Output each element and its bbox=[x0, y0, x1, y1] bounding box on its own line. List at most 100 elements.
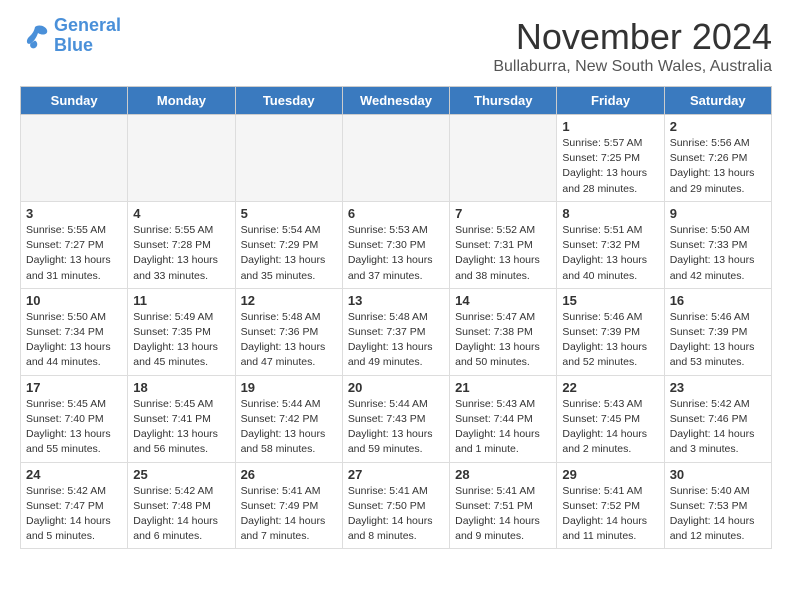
calendar-cell: 17 Sunrise: 5:45 AMSunset: 7:40 PMDayligh… bbox=[21, 375, 128, 462]
day-number: 17 bbox=[26, 380, 122, 395]
day-number: 2 bbox=[670, 119, 766, 134]
day-number: 30 bbox=[670, 467, 766, 482]
weekday-header: Tuesday bbox=[235, 87, 342, 115]
day-info: Sunrise: 5:54 AMSunset: 7:29 PMDaylight:… bbox=[241, 224, 326, 282]
day-info: Sunrise: 5:49 AMSunset: 7:35 PMDaylight:… bbox=[133, 311, 218, 369]
header: General Blue November 2024 Bullaburra, N… bbox=[20, 16, 772, 76]
day-number: 24 bbox=[26, 467, 122, 482]
calendar-cell: 18 Sunrise: 5:45 AMSunset: 7:41 PMDayligh… bbox=[128, 375, 235, 462]
day-info: Sunrise: 5:45 AMSunset: 7:41 PMDaylight:… bbox=[133, 398, 218, 456]
header-row: SundayMondayTuesdayWednesdayThursdayFrid… bbox=[21, 87, 772, 115]
day-info: Sunrise: 5:50 AMSunset: 7:34 PMDaylight:… bbox=[26, 311, 111, 369]
calendar-table: SundayMondayTuesdayWednesdayThursdayFrid… bbox=[20, 86, 772, 549]
day-number: 15 bbox=[562, 293, 658, 308]
calendar-cell: 11Sunrise: 5:49 AMSunset: 7:35 PMDayligh… bbox=[128, 288, 235, 375]
weekday-header: Saturday bbox=[664, 87, 771, 115]
day-info: Sunrise: 5:40 AMSunset: 7:53 PMDaylight:… bbox=[670, 485, 755, 543]
day-number: 16 bbox=[670, 293, 766, 308]
calendar-cell: 15 Sunrise: 5:46 AMSunset: 7:39 PMDayligh… bbox=[557, 288, 664, 375]
day-number: 21 bbox=[455, 380, 551, 395]
day-number: 23 bbox=[670, 380, 766, 395]
day-number: 1 bbox=[562, 119, 658, 134]
day-info: Sunrise: 5:41 AMSunset: 7:52 PMDaylight:… bbox=[562, 485, 647, 543]
day-info: Sunrise: 5:45 AMSunset: 7:40 PMDaylight:… bbox=[26, 398, 111, 456]
calendar-cell: 6 Sunrise: 5:53 AMSunset: 7:30 PMDaylight… bbox=[342, 201, 449, 288]
day-info: Sunrise: 5:48 AMSunset: 7:36 PMDaylight:… bbox=[241, 311, 326, 369]
weekday-header: Monday bbox=[128, 87, 235, 115]
calendar-cell bbox=[21, 115, 128, 202]
location-title: Bullaburra, New South Wales, Australia bbox=[493, 58, 772, 76]
day-info: Sunrise: 5:42 AMSunset: 7:46 PMDaylight:… bbox=[670, 398, 755, 456]
day-info: Sunrise: 5:55 AMSunset: 7:27 PMDaylight:… bbox=[26, 224, 111, 282]
calendar-cell: 13 Sunrise: 5:48 AMSunset: 7:37 PMDayligh… bbox=[342, 288, 449, 375]
day-info: Sunrise: 5:57 AMSunset: 7:25 PMDaylight:… bbox=[562, 137, 647, 195]
day-info: Sunrise: 5:43 AMSunset: 7:45 PMDaylight:… bbox=[562, 398, 647, 456]
day-number: 12 bbox=[241, 293, 337, 308]
day-number: 13 bbox=[348, 293, 444, 308]
calendar-cell: 21 Sunrise: 5:43 AMSunset: 7:44 PMDayligh… bbox=[450, 375, 557, 462]
calendar-cell: 29 Sunrise: 5:41 AMSunset: 7:52 PMDayligh… bbox=[557, 462, 664, 549]
calendar-cell: 12 Sunrise: 5:48 AMSunset: 7:36 PMDayligh… bbox=[235, 288, 342, 375]
calendar-cell: 22 Sunrise: 5:43 AMSunset: 7:45 PMDayligh… bbox=[557, 375, 664, 462]
day-number: 29 bbox=[562, 467, 658, 482]
day-info: Sunrise: 5:41 AMSunset: 7:50 PMDaylight:… bbox=[348, 485, 433, 543]
day-number: 8 bbox=[562, 206, 658, 221]
day-number: 5 bbox=[241, 206, 337, 221]
calendar-cell bbox=[450, 115, 557, 202]
calendar-cell: 24 Sunrise: 5:42 AMSunset: 7:47 PMDayligh… bbox=[21, 462, 128, 549]
month-title: November 2024 bbox=[493, 16, 772, 58]
day-info: Sunrise: 5:47 AMSunset: 7:38 PMDaylight:… bbox=[455, 311, 540, 369]
calendar-cell: 14 Sunrise: 5:47 AMSunset: 7:38 PMDayligh… bbox=[450, 288, 557, 375]
day-info: Sunrise: 5:46 AMSunset: 7:39 PMDaylight:… bbox=[562, 311, 647, 369]
day-info: Sunrise: 5:46 AMSunset: 7:39 PMDaylight:… bbox=[670, 311, 755, 369]
calendar-row: 10 Sunrise: 5:50 AMSunset: 7:34 PMDayligh… bbox=[21, 288, 772, 375]
calendar-header: SundayMondayTuesdayWednesdayThursdayFrid… bbox=[21, 87, 772, 115]
calendar-row: 17 Sunrise: 5:45 AMSunset: 7:40 PMDayligh… bbox=[21, 375, 772, 462]
day-number: 28 bbox=[455, 467, 551, 482]
day-info: Sunrise: 5:42 AMSunset: 7:47 PMDaylight:… bbox=[26, 485, 111, 543]
calendar-cell: 28 Sunrise: 5:41 AMSunset: 7:51 PMDayligh… bbox=[450, 462, 557, 549]
calendar-body: 1 Sunrise: 5:57 AMSunset: 7:25 PMDaylight… bbox=[21, 115, 772, 549]
day-number: 10 bbox=[26, 293, 122, 308]
calendar-row: 1 Sunrise: 5:57 AMSunset: 7:25 PMDaylight… bbox=[21, 115, 772, 202]
calendar-cell: 25 Sunrise: 5:42 AMSunset: 7:48 PMDayligh… bbox=[128, 462, 235, 549]
day-number: 18 bbox=[133, 380, 229, 395]
weekday-header: Thursday bbox=[450, 87, 557, 115]
day-number: 25 bbox=[133, 467, 229, 482]
calendar-cell: 5 Sunrise: 5:54 AMSunset: 7:29 PMDaylight… bbox=[235, 201, 342, 288]
calendar-cell bbox=[342, 115, 449, 202]
calendar-row: 3Sunrise: 5:55 AMSunset: 7:27 PMDaylight… bbox=[21, 201, 772, 288]
day-info: Sunrise: 5:41 AMSunset: 7:49 PMDaylight:… bbox=[241, 485, 326, 543]
calendar-cell: 23 Sunrise: 5:42 AMSunset: 7:46 PMDayligh… bbox=[664, 375, 771, 462]
day-info: Sunrise: 5:44 AMSunset: 7:43 PMDaylight:… bbox=[348, 398, 433, 456]
day-info: Sunrise: 5:42 AMSunset: 7:48 PMDaylight:… bbox=[133, 485, 218, 543]
day-info: Sunrise: 5:44 AMSunset: 7:42 PMDaylight:… bbox=[241, 398, 326, 456]
day-number: 14 bbox=[455, 293, 551, 308]
day-info: Sunrise: 5:51 AMSunset: 7:32 PMDaylight:… bbox=[562, 224, 647, 282]
calendar-cell bbox=[235, 115, 342, 202]
day-number: 4 bbox=[133, 206, 229, 221]
day-number: 22 bbox=[562, 380, 658, 395]
day-info: Sunrise: 5:48 AMSunset: 7:37 PMDaylight:… bbox=[348, 311, 433, 369]
calendar-cell: 3Sunrise: 5:55 AMSunset: 7:27 PMDaylight… bbox=[21, 201, 128, 288]
day-info: Sunrise: 5:50 AMSunset: 7:33 PMDaylight:… bbox=[670, 224, 755, 282]
day-number: 9 bbox=[670, 206, 766, 221]
calendar-cell: 9 Sunrise: 5:50 AMSunset: 7:33 PMDaylight… bbox=[664, 201, 771, 288]
calendar-cell bbox=[128, 115, 235, 202]
day-info: Sunrise: 5:43 AMSunset: 7:44 PMDaylight:… bbox=[455, 398, 540, 456]
day-number: 27 bbox=[348, 467, 444, 482]
logo-general: General bbox=[54, 15, 121, 35]
day-number: 6 bbox=[348, 206, 444, 221]
calendar-cell: 8 Sunrise: 5:51 AMSunset: 7:32 PMDaylight… bbox=[557, 201, 664, 288]
day-number: 20 bbox=[348, 380, 444, 395]
calendar-cell: 7Sunrise: 5:52 AMSunset: 7:31 PMDaylight… bbox=[450, 201, 557, 288]
calendar-cell: 16 Sunrise: 5:46 AMSunset: 7:39 PMDayligh… bbox=[664, 288, 771, 375]
calendar-cell: 27 Sunrise: 5:41 AMSunset: 7:50 PMDayligh… bbox=[342, 462, 449, 549]
day-info: Sunrise: 5:52 AMSunset: 7:31 PMDaylight:… bbox=[455, 224, 540, 282]
calendar-cell: 19Sunrise: 5:44 AMSunset: 7:42 PMDayligh… bbox=[235, 375, 342, 462]
day-info: Sunrise: 5:53 AMSunset: 7:30 PMDaylight:… bbox=[348, 224, 433, 282]
calendar-cell: 1 Sunrise: 5:57 AMSunset: 7:25 PMDaylight… bbox=[557, 115, 664, 202]
calendar-cell: 10 Sunrise: 5:50 AMSunset: 7:34 PMDayligh… bbox=[21, 288, 128, 375]
day-info: Sunrise: 5:41 AMSunset: 7:51 PMDaylight:… bbox=[455, 485, 540, 543]
calendar-cell: 4Sunrise: 5:55 AMSunset: 7:28 PMDaylight… bbox=[128, 201, 235, 288]
